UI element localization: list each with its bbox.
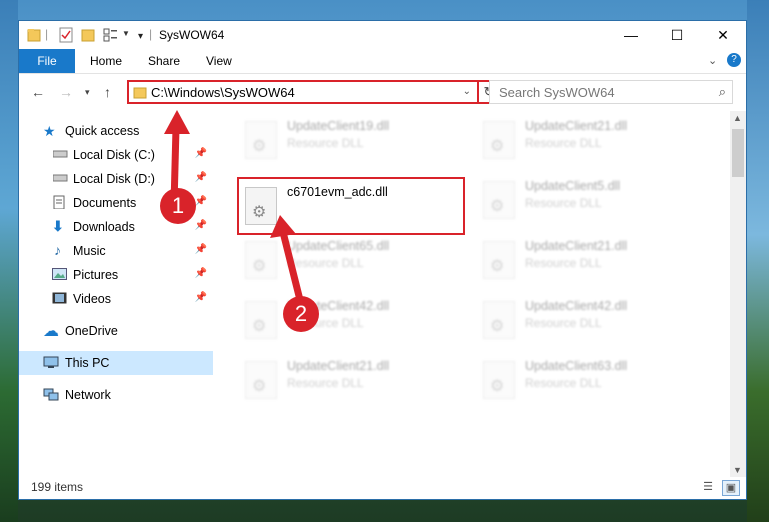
arrow-1-head — [164, 110, 190, 134]
arrow-2-head — [270, 215, 296, 238]
step-badge-1: 1 — [160, 188, 196, 224]
annotation-arrows — [164, 110, 304, 301]
step-badge-2: 2 — [283, 296, 319, 332]
arrow-2-shaft — [279, 231, 304, 301]
